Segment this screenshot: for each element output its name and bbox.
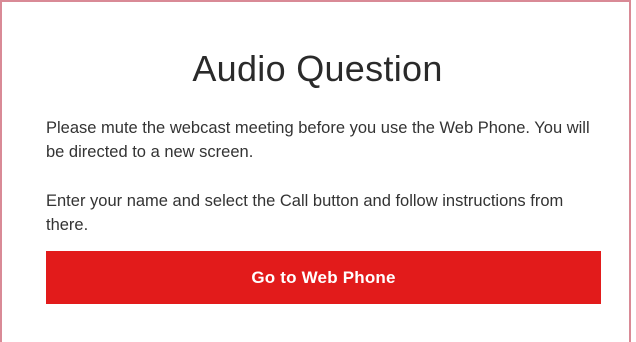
dialog-title: Audio Question [192,48,443,89]
mute-instructions-text: Please mute the webcast meeting before y… [46,119,590,161]
audio-question-dialog: Audio Question Please mute the webcast m… [0,0,631,342]
go-to-web-phone-button[interactable]: Go to Web Phone [46,251,601,304]
call-instructions-text: Enter your name and select the Call butt… [46,192,564,234]
